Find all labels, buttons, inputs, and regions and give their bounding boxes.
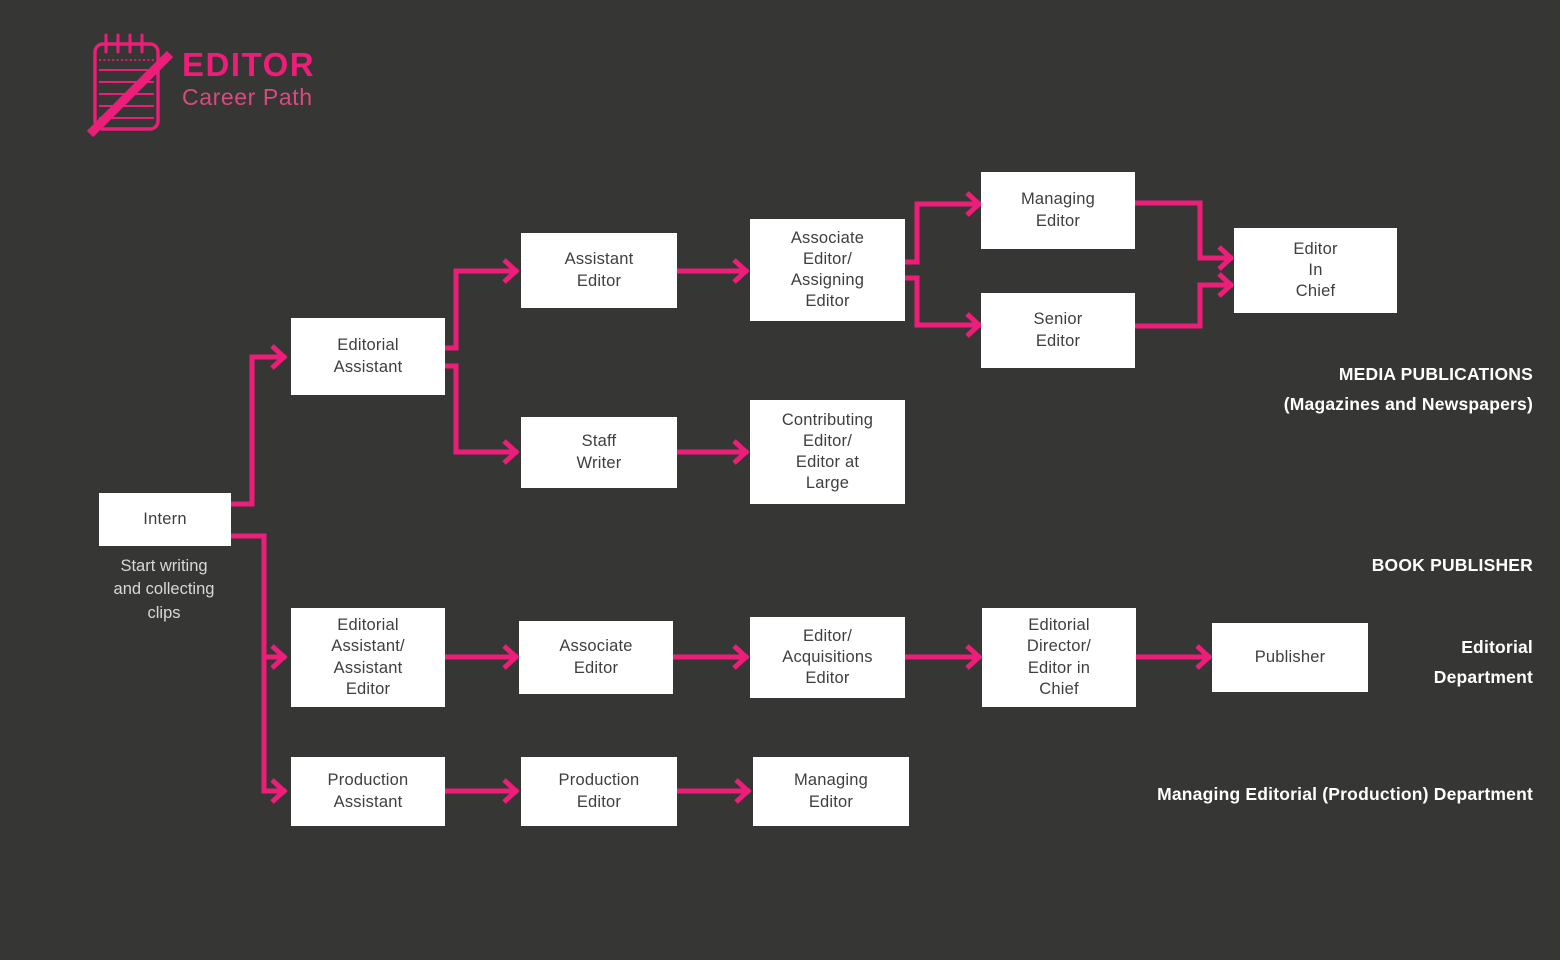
section-label-managing-editorial-department: Managing Editorial (Production) Departme… [1157,784,1533,804]
section-label-book-publisher: BOOK PUBLISHER [1371,555,1533,575]
node-associate-assigning-editor[interactable]: Associate Editor/ Assigning Editor [750,219,905,321]
node-editor-in-chief[interactable]: Editor In Chief [1234,228,1397,313]
node-editorial-assistant-assistant-editor[interactable]: Editorial Assistant/ Assistant Editor [291,608,445,707]
node-editorial-assistant[interactable]: Editorial Assistant [291,318,445,395]
node-managing-editor-production[interactable]: Managing Editor [753,757,909,826]
node-contributing-editor[interactable]: Contributing Editor/ Editor at Large [750,400,905,504]
section-label-editorial-department: Editorial Department [1433,637,1533,688]
section-label-media-publications: MEDIA PUBLICATIONS (Magazines and Newspa… [1283,364,1533,415]
node-editor-acquisitions[interactable]: Editor/ Acquisitions Editor [750,617,905,698]
node-staff-writer[interactable]: Staff Writer [521,417,677,488]
node-production-assistant[interactable]: Production Assistant [291,757,445,826]
career-path-diagram: EDITOR Career Path Intern Start writing … [0,0,1560,960]
node-assistant-editor[interactable]: Assistant Editor [521,233,677,308]
node-intern[interactable]: Intern [99,493,231,546]
node-associate-editor-book[interactable]: Associate Editor [519,621,673,694]
node-production-editor[interactable]: Production Editor [521,757,677,826]
node-senior-editor[interactable]: Senior Editor [981,293,1135,368]
node-managing-editor-media[interactable]: Managing Editor [981,172,1135,249]
intern-caption: Start writing and collecting clips [113,557,215,622]
